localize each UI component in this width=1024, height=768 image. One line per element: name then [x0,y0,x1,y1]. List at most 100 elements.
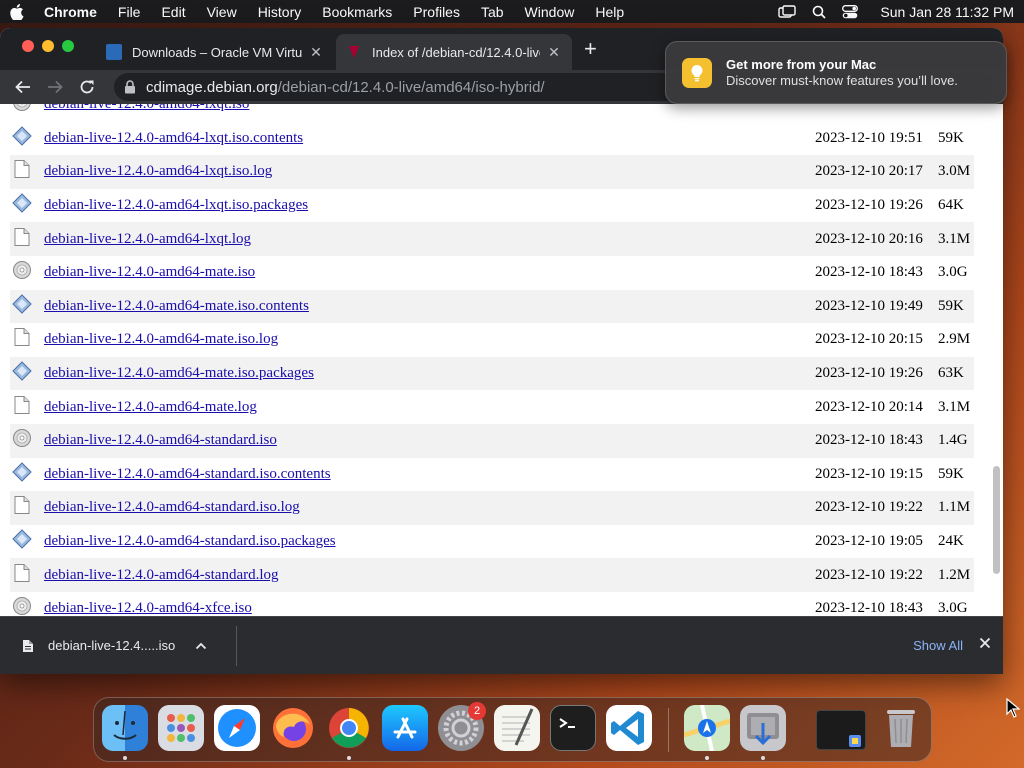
screen-mirroring-icon[interactable] [778,4,797,19]
close-window-button[interactable] [22,40,34,52]
apple-menu-icon[interactable] [10,3,26,20]
close-tab-icon[interactable]: ✕ [546,44,562,61]
zoom-window-button[interactable] [62,40,74,52]
minimize-window-button[interactable] [42,40,54,52]
menu-history[interactable]: History [258,4,302,20]
status-area: Sun Jan 28 11:32 PM [778,4,1014,20]
menu-bar-clock[interactable]: Sun Jan 28 11:32 PM [880,4,1014,20]
file-link[interactable]: debian-live-12.4.0-amd64-lxqt.iso.conten… [44,130,303,146]
control-center-icon[interactable] [842,4,859,19]
running-indicator [761,756,765,760]
table-row: debian-live-12.4.0-amd64-mate.iso.conten… [10,289,974,324]
app-store-icon[interactable] [382,705,428,751]
table-row: debian-live-12.4.0-amd64-mate.iso.packag… [10,356,974,391]
firefox-icon[interactable] [270,705,316,751]
file-icon [22,639,34,653]
file-size: 59K [938,129,964,146]
text-file-icon [10,155,40,189]
tab-downloads-oracle[interactable]: Downloads – Oracle VM Virtual ✕ [96,34,334,70]
file-date: 2023-12-10 20:14 [815,398,923,415]
back-button[interactable] [12,76,34,98]
maps-icon[interactable] [683,704,731,752]
tips-lightbulb-icon [682,57,712,88]
safari-icon[interactable] [214,705,260,751]
textedit-icon[interactable] [494,705,540,751]
file-link[interactable]: debian-live-12.4.0-amd64-lxqt.iso [44,104,249,112]
menu-help[interactable]: Help [595,4,624,20]
vscode-icon[interactable] [606,705,652,751]
menu-profiles[interactable]: Profiles [413,4,460,20]
disc-icon [10,256,40,290]
table-row: debian-live-12.4.0-amd64-lxqt.iso [10,104,974,122]
file-link[interactable]: debian-live-12.4.0-amd64-mate.log [44,399,257,415]
chevron-up-icon[interactable] [195,642,207,650]
new-tab-button[interactable]: + [584,38,597,60]
table-row: debian-live-12.4.0-amd64-mate.iso 2023-12… [10,256,974,290]
finder-icon[interactable] [102,705,148,751]
package-icon [10,289,40,324]
tab-debian-index[interactable]: Index of /debian-cd/12.4.0-live ✕ [336,34,572,70]
disc-icon [10,104,40,122]
file-date: 2023-12-10 20:17 [810,155,934,189]
table-row: debian-live-12.4.0-amd64-standard.iso.pa… [10,525,974,559]
notification-banner[interactable]: Get more from your Mac Discover must-kno… [665,41,1007,104]
disk-utility-icon[interactable] [740,705,786,751]
show-all-downloads-button[interactable]: Show All [913,638,963,653]
file-size: 1.2M [934,558,974,592]
table-row: debian-live-12.4.0-amd64-xfce.iso 2023-12… [10,592,974,616]
file-link[interactable]: debian-live-12.4.0-amd64-standard.log [44,567,279,583]
scrollbar-thumb[interactable] [993,466,1000,574]
file-link[interactable]: debian-live-12.4.0-amd64-standard.iso [44,432,277,448]
text-file-icon [10,558,40,592]
terminal-icon[interactable] [550,705,596,751]
file-link[interactable]: debian-live-12.4.0-amd64-lxqt.iso.log [44,163,272,179]
file-size: 59K [934,289,974,324]
file-date: 2023-12-10 19:22 [810,491,934,525]
site-info-lock-icon[interactable] [124,80,136,94]
window-thumbnail-icon[interactable] [816,710,866,750]
forward-button[interactable] [44,76,66,98]
debian-favicon-icon [346,44,362,60]
file-date: 2023-12-10 19:22 [810,558,934,592]
download-filename: debian-live-12.4.....iso [48,638,176,653]
download-shelf: debian-live-12.4.....iso Show All [0,616,1003,674]
file-link[interactable]: debian-live-12.4.0-amd64-lxqt.iso.packag… [44,197,308,213]
file-link[interactable]: debian-live-12.4.0-amd64-mate.iso.packag… [44,365,314,381]
file-link[interactable]: debian-live-12.4.0-amd64-standard.iso.pa… [44,533,336,549]
file-link[interactable]: debian-live-12.4.0-amd64-mate.iso.log [44,331,278,347]
file-date: 2023-12-10 20:15 [815,331,923,348]
file-link[interactable]: debian-live-12.4.0-amd64-mate.iso [44,264,255,280]
table-row: debian-live-12.4.0-amd64-lxqt.iso.log 202… [10,155,974,189]
menu-app-name[interactable]: Chrome [44,4,97,20]
notification-body: Discover must-know features you’ll love. [726,73,958,88]
notification-badge: 2 [468,702,486,720]
chrome-icon[interactable] [326,705,372,751]
text-file-icon [10,323,40,357]
menu-bookmarks[interactable]: Bookmarks [322,4,392,20]
file-link[interactable]: debian-live-12.4.0-amd64-mate.iso.conten… [44,298,309,314]
download-item[interactable]: debian-live-12.4.....iso [0,625,237,666]
trash-icon[interactable] [878,705,924,751]
spotlight-search-icon[interactable] [812,5,827,19]
menu-view[interactable]: View [207,4,237,20]
file-link[interactable]: debian-live-12.4.0-amd64-xfce.iso [44,600,252,616]
notification-title: Get more from your Mac [726,57,877,72]
menu-file[interactable]: File [118,4,141,20]
vertical-scrollbar[interactable] [991,104,1001,616]
menu-window[interactable]: Window [525,4,575,20]
close-tab-icon[interactable]: ✕ [308,44,324,61]
file-size: 64K [938,197,964,214]
table-row: debian-live-12.4.0-amd64-lxqt.iso.packag… [10,189,974,223]
file-link[interactable]: debian-live-12.4.0-amd64-standard.iso.co… [44,466,331,482]
launchpad-icon[interactable] [158,705,204,751]
close-shelf-icon[interactable] [979,637,991,649]
reload-button[interactable] [76,76,98,98]
menu-edit[interactable]: Edit [161,4,185,20]
menu-tab[interactable]: Tab [481,4,504,20]
file-link[interactable]: debian-live-12.4.0-amd64-lxqt.log [44,231,251,247]
table-row: debian-live-12.4.0-amd64-standard.iso 202… [10,423,974,458]
file-link[interactable]: debian-live-12.4.0-amd64-standard.iso.lo… [44,499,300,515]
file-date: 2023-12-10 19:05 [815,533,923,550]
disc-icon [10,592,40,616]
file-size: 24K [938,533,964,550]
